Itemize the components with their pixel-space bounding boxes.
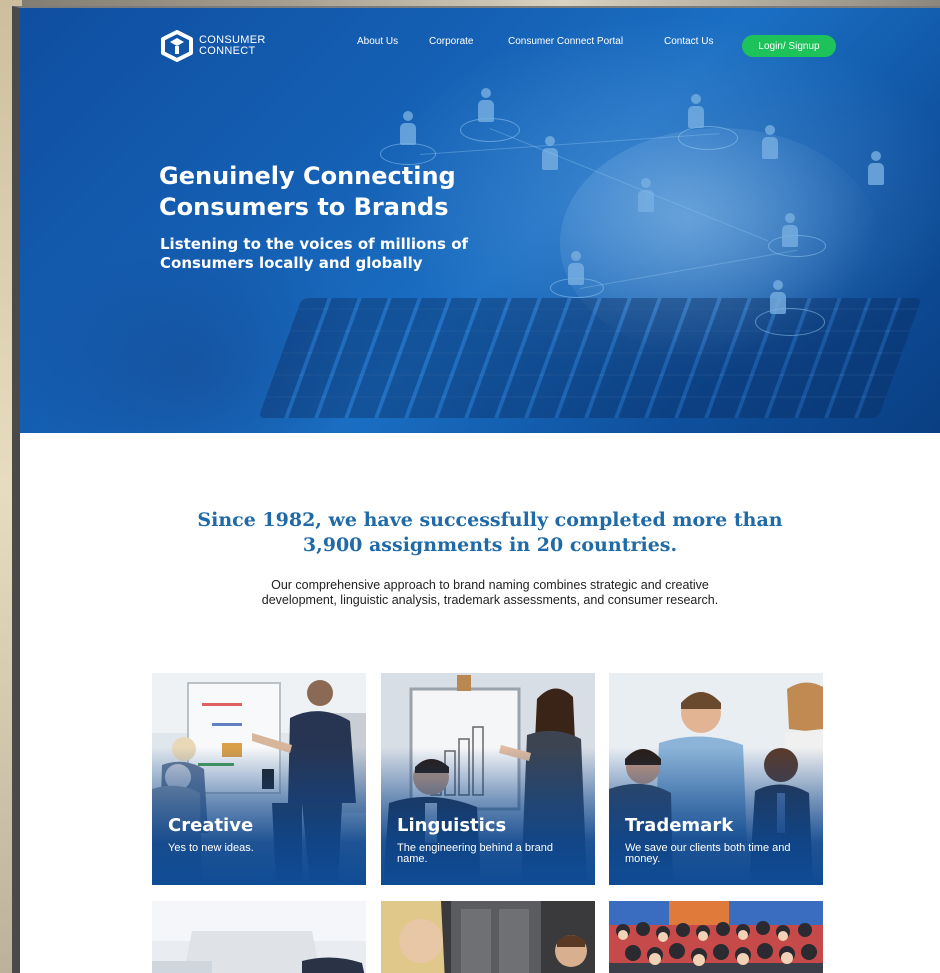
person-icon <box>478 88 494 122</box>
network-ring <box>678 126 738 150</box>
login-signup-button[interactable]: Login/ Signup <box>742 35 836 57</box>
browser-frame: CONSUMER CONNECT About Us Corporate Cons… <box>12 6 940 973</box>
intro-body: Our comprehensive approach to brand nami… <box>261 578 719 607</box>
person-icon <box>782 213 798 247</box>
nav-item-corporate[interactable]: Corporate <box>429 36 473 47</box>
network-ring <box>755 308 825 336</box>
card-row2-3[interactable] <box>609 901 823 973</box>
card-title: Creative <box>168 815 254 836</box>
card-trademark[interactable]: Trademark We save our clients both time … <box>609 673 823 885</box>
card-description: The engineering behind a brand name. <box>397 842 553 865</box>
cube-logo-icon <box>160 30 194 62</box>
person-icon <box>688 94 704 128</box>
person-icon <box>638 178 654 212</box>
card-title: Trademark <box>625 815 734 836</box>
person-icon <box>762 125 778 159</box>
person-icon <box>568 251 584 285</box>
person-icon <box>868 151 884 185</box>
nav-item-consumer-connect-portal[interactable]: Consumer Connect Portal <box>508 36 623 47</box>
hero-section: CONSUMER CONNECT About Us Corporate Cons… <box>20 8 940 433</box>
card-title: Linguistics <box>397 815 507 836</box>
card-description: We save our clients both time and money. <box>625 842 791 865</box>
card-row2-2[interactable] <box>381 901 595 973</box>
hero-subtitle: Listening to the voices of millions of C… <box>160 235 469 272</box>
brand-name-line2: CONNECT <box>199 45 256 57</box>
person-icon <box>400 111 416 145</box>
person-icon <box>770 280 786 314</box>
brand-logo[interactable]: CONSUMER CONNECT <box>160 30 266 62</box>
hero-title: Genuinely Connecting Consumers to Brands <box>159 162 456 221</box>
nav-item-contact-us[interactable]: Contact Us <box>664 36 713 47</box>
card-description: Yes to new ideas. <box>168 842 254 854</box>
group-photo <box>609 901 823 973</box>
card-linguistics[interactable]: Linguistics The engineering behind a bra… <box>381 673 595 885</box>
card-creative[interactable]: Creative Yes to new ideas. <box>152 673 366 885</box>
card-row2-1[interactable] <box>152 901 366 973</box>
meeting-photo <box>381 901 595 973</box>
intro-headline: Since 1982, we have successfully complet… <box>197 509 783 556</box>
top-navigation: CONSUMER CONNECT About Us Corporate Cons… <box>20 8 940 88</box>
nav-item-about-us[interactable]: About Us <box>357 36 398 47</box>
laptop-photo <box>152 901 366 973</box>
brand-name: CONSUMER CONNECT <box>199 35 266 57</box>
